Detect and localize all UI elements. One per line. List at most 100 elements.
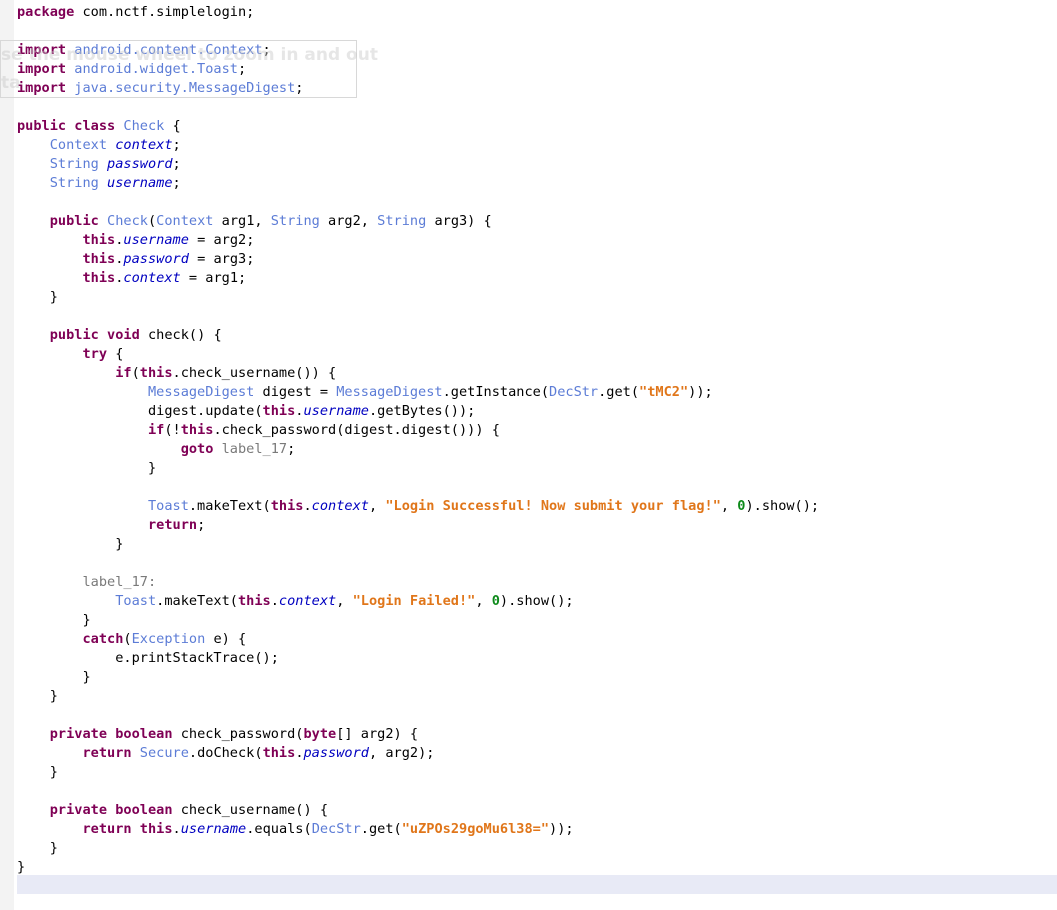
- code-line[interactable]: import java.security.MessageDigest;: [17, 79, 1057, 98]
- code-token-plain: .getBytes());: [368, 403, 476, 419]
- code-token-kw: try: [82, 346, 108, 362]
- code-token-field: context: [278, 593, 337, 609]
- code-line[interactable]: [17, 478, 1057, 497]
- code-token-type: Secure: [139, 745, 189, 761]
- code-token-field: username: [123, 232, 189, 248]
- code-line[interactable]: String password;: [17, 155, 1057, 174]
- code-token-num: 0: [491, 593, 500, 609]
- code-line[interactable]: import android.content.Context;: [17, 41, 1057, 60]
- code-line[interactable]: if(!this.check_password(digest.digest())…: [17, 421, 1057, 440]
- code-token-plain: .check_password(digest.digest())) {: [213, 422, 500, 438]
- code-line[interactable]: [17, 193, 1057, 212]
- code-line[interactable]: private boolean check_username() {: [17, 801, 1057, 820]
- code-line[interactable]: String username;: [17, 174, 1057, 193]
- code-line[interactable]: [17, 782, 1057, 801]
- code-token-type: Context: [156, 213, 214, 229]
- code-token-plain: }: [17, 859, 26, 875]
- code-token-plain: ;: [172, 137, 181, 153]
- code-line[interactable]: [17, 307, 1057, 326]
- code-token-type: String: [270, 213, 320, 229]
- code-token-plain: ).show();: [745, 498, 820, 514]
- code-line[interactable]: catch(Exception e) {: [17, 630, 1057, 649]
- code-line[interactable]: [17, 554, 1057, 573]
- code-line[interactable]: Toast.makeText(this.context, "Login Fail…: [17, 592, 1057, 611]
- code-token-plain: .makeText(: [156, 593, 238, 609]
- code-token-plain: ;: [287, 441, 296, 457]
- code-line[interactable]: }: [17, 858, 1057, 877]
- code-line[interactable]: return Secure.doCheck(this.password, arg…: [17, 744, 1057, 763]
- code-token-label: label_17:: [82, 574, 157, 590]
- code-line[interactable]: [17, 22, 1057, 41]
- code-line[interactable]: this.password = arg3;: [17, 250, 1057, 269]
- code-token-kw: if: [115, 365, 132, 381]
- code-token-plain: , arg2);: [368, 745, 435, 761]
- code-token-field: context: [311, 498, 369, 514]
- code-line[interactable]: Context context;: [17, 136, 1057, 155]
- code-token-kw: this: [139, 365, 173, 381]
- code-area[interactable]: package com.nctf.simplelogin; import and…: [17, 3, 1057, 896]
- code-token-plain: ));: [688, 384, 713, 400]
- code-token-kw: return: [147, 517, 198, 533]
- code-token-plain: ,: [336, 593, 353, 609]
- code-token-type: Exception: [131, 631, 206, 647]
- code-line[interactable]: digest.update(this.username.getBytes());: [17, 402, 1057, 421]
- code-line[interactable]: package com.nctf.simplelogin;: [17, 3, 1057, 22]
- code-token-plain: }: [17, 612, 91, 628]
- code-token-kw: this: [237, 593, 271, 609]
- code-line[interactable]: private boolean check_password(byte[] ar…: [17, 725, 1057, 744]
- code-line[interactable]: }: [17, 763, 1057, 782]
- code-line[interactable]: this.username = arg2;: [17, 231, 1057, 250]
- code-line[interactable]: }: [17, 288, 1057, 307]
- code-token-kw: this: [180, 422, 214, 438]
- code-token-type: String: [49, 156, 99, 172]
- code-token-plain: }: [17, 536, 124, 552]
- code-line[interactable]: [17, 877, 1057, 896]
- code-token-kw: this: [262, 403, 296, 419]
- code-token-kw: return: [82, 745, 132, 761]
- code-token-plain: {: [164, 118, 181, 134]
- code-line[interactable]: this.context = arg1;: [17, 269, 1057, 288]
- code-token-plain: .get(: [598, 384, 640, 400]
- code-line[interactable]: [17, 98, 1057, 117]
- code-line[interactable]: import android.widget.Toast;: [17, 60, 1057, 79]
- code-token-kw: private boolean: [49, 802, 173, 818]
- code-line[interactable]: Toast.makeText(this.context, "Login Succ…: [17, 497, 1057, 516]
- code-line[interactable]: try {: [17, 345, 1057, 364]
- code-line[interactable]: goto label_17;: [17, 440, 1057, 459]
- code-line[interactable]: return;: [17, 516, 1057, 535]
- code-line[interactable]: if(this.check_username()) {: [17, 364, 1057, 383]
- code-line[interactable]: e.printStackTrace();: [17, 649, 1057, 668]
- code-line[interactable]: }: [17, 535, 1057, 554]
- code-token-plain: ;: [172, 156, 181, 172]
- code-line[interactable]: }: [17, 668, 1057, 687]
- code-line[interactable]: [17, 706, 1057, 725]
- code-editor[interactable]: package com.nctf.simplelogin; import and…: [0, 0, 1057, 910]
- code-line[interactable]: public Check(Context arg1, String arg2, …: [17, 212, 1057, 231]
- code-line[interactable]: }: [17, 459, 1057, 478]
- code-line[interactable]: public void check() {: [17, 326, 1057, 345]
- code-line[interactable]: }: [17, 687, 1057, 706]
- code-token-plain: ));: [549, 821, 574, 837]
- code-token-kw: private boolean: [49, 726, 173, 742]
- code-line[interactable]: public class Check {: [17, 117, 1057, 136]
- code-token-plain: .: [172, 821, 181, 837]
- code-line[interactable]: MessageDigest digest = MessageDigest.get…: [17, 383, 1057, 402]
- code-token-field: context: [115, 137, 173, 153]
- code-line[interactable]: label_17:: [17, 573, 1057, 592]
- code-token-plain: (: [147, 213, 157, 229]
- code-token-kw: this: [262, 745, 296, 761]
- code-line[interactable]: }: [17, 839, 1057, 858]
- code-token-str: "uZPOs29goMu6l38=": [401, 821, 550, 837]
- code-token-kw: catch: [82, 631, 124, 647]
- code-line[interactable]: return this.username.equals(DecStr.get("…: [17, 820, 1057, 839]
- code-line[interactable]: }: [17, 611, 1057, 630]
- code-token-plain: (!: [164, 422, 181, 438]
